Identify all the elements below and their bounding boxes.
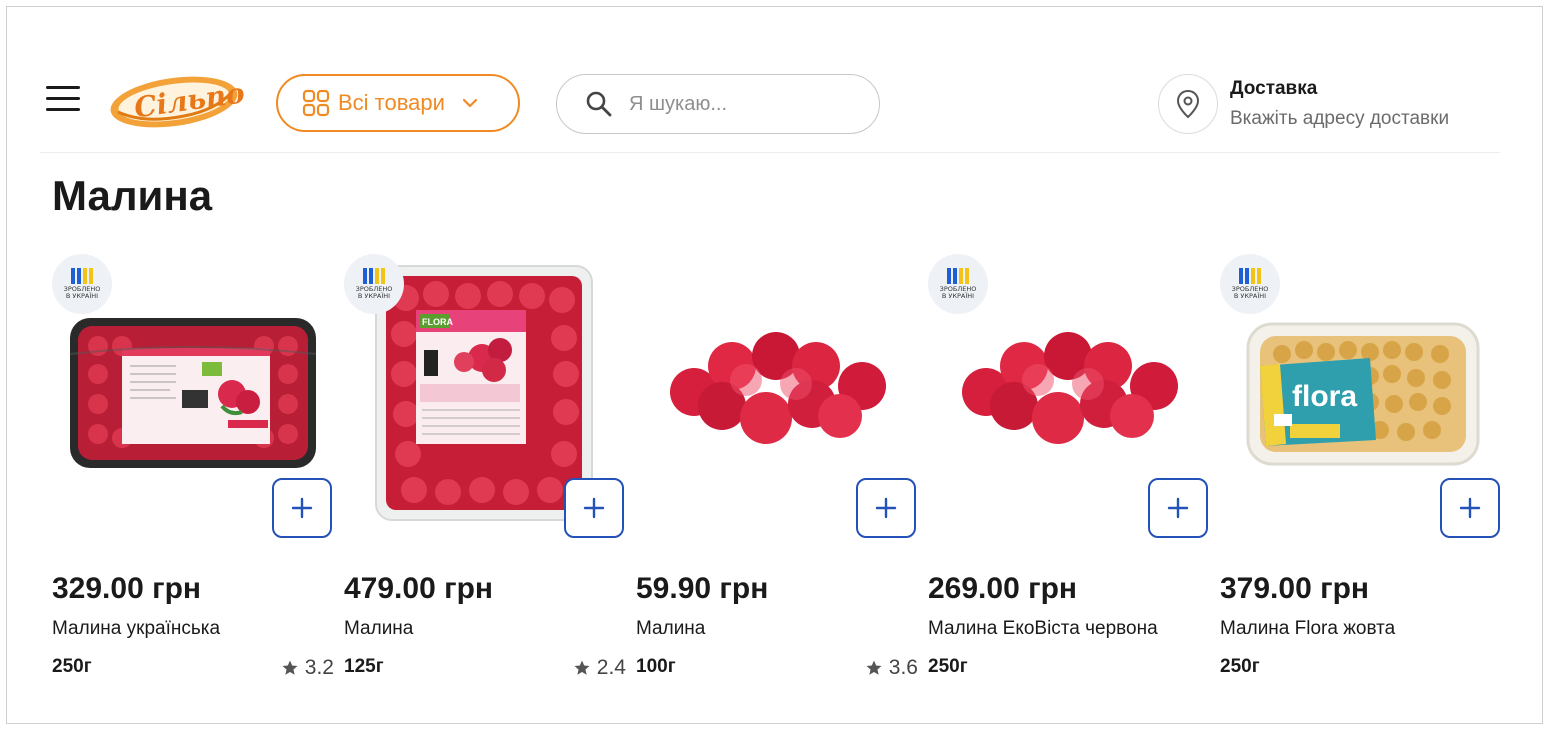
add-to-cart-button[interactable] xyxy=(856,478,916,538)
product-card[interactable]: ЗРОБЛЕНО В УКРАЇНІ FLORA 479.00 грн Малин… xyxy=(344,254,626,684)
add-to-cart-button[interactable] xyxy=(1148,478,1208,538)
made-in-ukraine-badge: ЗРОБЛЕНО В УКРАЇНІ xyxy=(344,254,404,314)
rating-value: 2.4 xyxy=(596,656,626,679)
site-header: Сільпо Всі товари Доставка Вкажіть а xyxy=(34,68,1494,138)
star-icon xyxy=(574,660,590,675)
product-image[interactable]: ЗРОБЛЕНО В УКРАЇНІ FLORA xyxy=(344,254,626,538)
product-price: 479.00 грн xyxy=(344,572,494,605)
delivery-address-selector[interactable]: Доставка Вкажіть адресу доставки xyxy=(1158,72,1498,134)
product-image[interactable]: ЗРОБЛЕНО В УКРАЇНІ xyxy=(52,254,334,538)
page-title: Малина xyxy=(52,172,213,219)
product-weight: 250г xyxy=(1220,656,1260,677)
product-name[interactable]: Малина Flora жовта xyxy=(1220,618,1395,640)
silpo-logo[interactable]: Сільпо xyxy=(104,70,247,132)
svg-text:flora: flora xyxy=(1292,380,1357,413)
product-name[interactable]: Малина ЕкоВіста червона xyxy=(928,618,1158,640)
plus-icon xyxy=(875,497,897,519)
plus-icon xyxy=(583,497,605,519)
add-to-cart-button[interactable] xyxy=(1440,478,1500,538)
svg-text:FLORA: FLORA xyxy=(422,317,453,327)
star-icon xyxy=(282,660,298,675)
product-card[interactable]: ЗРОБЛЕНО В УКРАЇНІ 329.00 грн Малина укра… xyxy=(52,254,334,684)
product-card[interactable]: ЗРОБЛЕНО В УКРАЇНІ flora 379.00 грн Малин… xyxy=(1220,254,1502,684)
product-price: 269.00 грн xyxy=(928,572,1078,605)
product-rating: 2.4 xyxy=(573,656,626,680)
product-name[interactable]: Малина xyxy=(636,618,705,640)
product-rating: 3.2 xyxy=(281,656,334,680)
star-icon xyxy=(866,660,882,675)
product-name[interactable]: Малина xyxy=(344,618,413,640)
all-products-label: Всі товари xyxy=(338,90,445,115)
made-in-ukraine-badge: ЗРОБЛЕНО В УКРАЇНІ xyxy=(52,254,112,314)
product-price: 379.00 грн xyxy=(1220,572,1370,605)
product-price: 59.90 грн xyxy=(636,572,769,605)
rating-value: 3.2 xyxy=(304,656,334,679)
plus-icon xyxy=(291,497,313,519)
product-name[interactable]: Малина українська xyxy=(52,618,220,640)
add-to-cart-button[interactable] xyxy=(272,478,332,538)
grid-icon xyxy=(302,89,330,117)
delivery-subtitle: Вкажіть адресу доставки xyxy=(1230,108,1450,129)
made-in-ukraine-badge: ЗРОБЛЕНО В УКРАЇНІ xyxy=(1220,254,1280,314)
product-image[interactable]: ЗРОБЛЕНО В УКРАЇНІ xyxy=(928,254,1210,538)
product-weight: 125г xyxy=(344,656,384,677)
product-weight: 250г xyxy=(52,656,92,677)
rating-value: 3.6 xyxy=(888,656,918,679)
product-image[interactable]: ЗРОБЛЕНО В УКРАЇНІ flora xyxy=(1220,254,1502,538)
header-divider xyxy=(40,152,1500,153)
product-card[interactable]: 59.90 грн Малина 100г 3.6 xyxy=(636,254,918,684)
made-in-ukraine-badge: ЗРОБЛЕНО В УКРАЇНІ xyxy=(928,254,988,314)
product-card[interactable]: ЗРОБЛЕНО В УКРАЇНІ 269.00 грн Малина ЕкоВ… xyxy=(928,254,1210,684)
delivery-title: Доставка xyxy=(1230,78,1318,99)
product-price: 329.00 грн xyxy=(52,572,202,605)
product-weight: 100г xyxy=(636,656,676,677)
add-to-cart-button[interactable] xyxy=(564,478,624,538)
all-products-button[interactable]: Всі товари xyxy=(276,74,520,132)
chevron-down-icon xyxy=(462,98,478,108)
hamburger-menu-icon[interactable] xyxy=(46,86,80,114)
product-weight: 250г xyxy=(928,656,968,677)
search-bar[interactable] xyxy=(556,74,880,134)
product-rating: 3.6 xyxy=(865,656,918,680)
plus-icon xyxy=(1167,497,1189,519)
location-pin-icon xyxy=(1158,74,1218,134)
search-icon xyxy=(586,91,612,117)
search-input[interactable] xyxy=(629,92,849,116)
plus-icon xyxy=(1459,497,1481,519)
product-image[interactable] xyxy=(636,254,918,538)
